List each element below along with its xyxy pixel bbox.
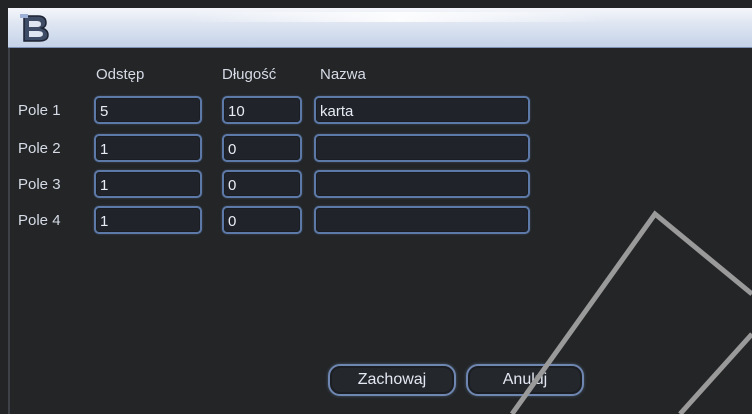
header-name: Nazwa bbox=[320, 66, 366, 83]
row-label-pole-3: Pole 3 bbox=[18, 176, 61, 193]
save-button[interactable]: Zachowaj bbox=[328, 364, 456, 396]
length-field-pole-4[interactable] bbox=[222, 206, 302, 234]
header-length: Długość bbox=[222, 66, 277, 83]
title-bar-highlight bbox=[188, 12, 608, 22]
length-field-pole-3[interactable] bbox=[222, 170, 302, 198]
row-label-pole-2: Pole 2 bbox=[18, 140, 61, 157]
offset-field-pole-1[interactable] bbox=[94, 96, 202, 124]
row-label-pole-4: Pole 4 bbox=[18, 212, 61, 229]
name-field-pole-3[interactable] bbox=[314, 170, 530, 198]
offset-field-pole-4[interactable] bbox=[94, 206, 202, 234]
name-field-pole-1[interactable] bbox=[314, 96, 530, 124]
row-label-pole-1: Pole 1 bbox=[18, 102, 61, 119]
name-field-pole-4[interactable] bbox=[314, 206, 530, 234]
title-bar bbox=[8, 8, 752, 48]
header-offset: Odstęp bbox=[96, 66, 145, 83]
settings-window: Odstęp Długość Nazwa Pole 1 Pole 2 Pole … bbox=[0, 0, 752, 414]
app-logo-icon bbox=[20, 14, 49, 42]
name-field-pole-2[interactable] bbox=[314, 134, 530, 162]
length-field-pole-1[interactable] bbox=[222, 96, 302, 124]
offset-field-pole-2[interactable] bbox=[94, 134, 202, 162]
offset-field-pole-3[interactable] bbox=[94, 170, 202, 198]
cancel-button[interactable]: Anuluj bbox=[466, 364, 584, 396]
length-field-pole-2[interactable] bbox=[222, 134, 302, 162]
